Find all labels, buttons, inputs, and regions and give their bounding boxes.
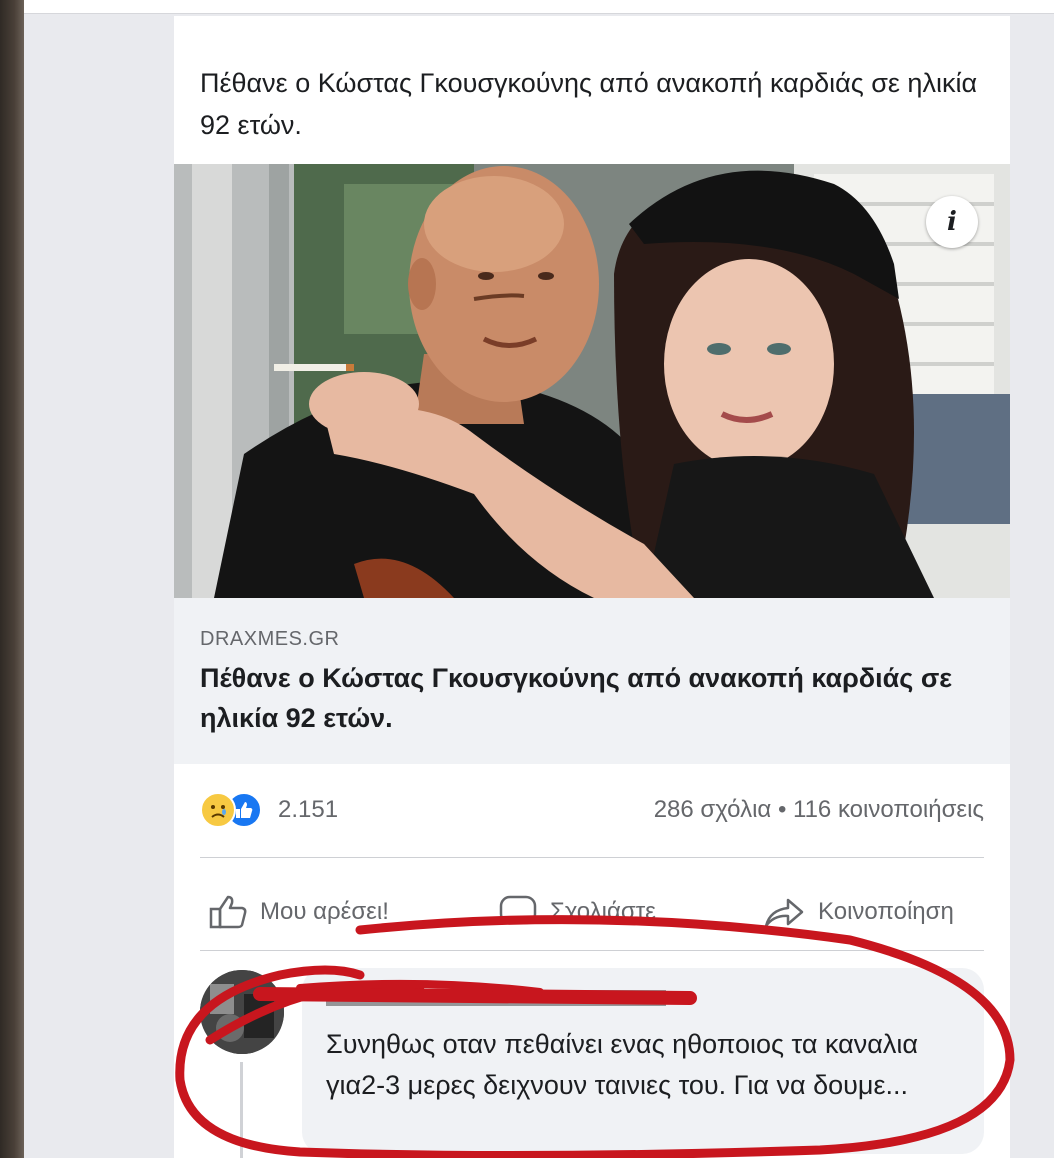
post-text: Πέθανε ο Κώστας Γκουσγκούνης από ανακοπή…: [200, 68, 978, 140]
like-button[interactable]: Μου αρέσει!: [208, 874, 389, 950]
reaction-count[interactable]: 2.151: [278, 796, 338, 824]
photo-illustration: [174, 164, 1010, 598]
share-button[interactable]: Κοινοποίηση: [762, 874, 954, 950]
avatar[interactable]: [200, 970, 284, 1054]
info-icon[interactable]: i: [926, 196, 978, 248]
post-photo[interactable]: i: [174, 164, 1010, 598]
comments-shares-count[interactable]: 286 σχόλια • 116 κοινοποιήσεις: [654, 796, 984, 824]
divider: [200, 950, 984, 951]
top-bar: [24, 0, 1054, 14]
link-domain: DRAXMES.GR: [200, 628, 340, 650]
reply-thread-line: [240, 1062, 243, 1158]
comment-label: Σχολιάστε: [550, 898, 656, 925]
like-label: Μου αρέσει!: [260, 898, 389, 925]
thumbs-up-icon: [209, 895, 247, 929]
link-preview[interactable]: DRAXMES.GR Πέθανε ο Κώστας Γκουσγκούνης …: [174, 598, 1010, 764]
screenshot-left-edge: [0, 0, 24, 1158]
comment-author-redacted[interactable]: [326, 982, 686, 1020]
comment-bubble[interactable]: Συνηθως οταν πεθαίνει ενας ηθοποιος τα κ…: [302, 968, 984, 1154]
divider: [200, 857, 984, 858]
sad-reaction-icon: [200, 792, 236, 828]
comment-icon: [499, 895, 537, 925]
post-card: Πέθανε ο Κώστας Γκουσγκούνης από ανακοπή…: [174, 16, 1010, 1158]
post-actions: Μου αρέσει! Σχολιάστε Κοινοποίηση: [200, 874, 984, 950]
comment-text: Συνηθως οταν πεθαίνει ενας ηθοποιος τα κ…: [326, 1029, 918, 1100]
comment: Συνηθως οταν πεθαίνει ενας ηθοποιος τα κ…: [200, 966, 984, 1158]
comment-button[interactable]: Σχολιάστε: [498, 874, 656, 950]
share-label: Κοινοποίηση: [818, 898, 954, 925]
reactions-stats-row: 2.151 286 σχόλια • 116 κοινοποιήσεις: [200, 786, 984, 836]
link-title: Πέθανε ο Κώστας Γκουσγκούνης από ανακοπή…: [200, 663, 953, 733]
share-arrow-icon: [764, 898, 804, 928]
reaction-icons[interactable]: [200, 792, 272, 828]
